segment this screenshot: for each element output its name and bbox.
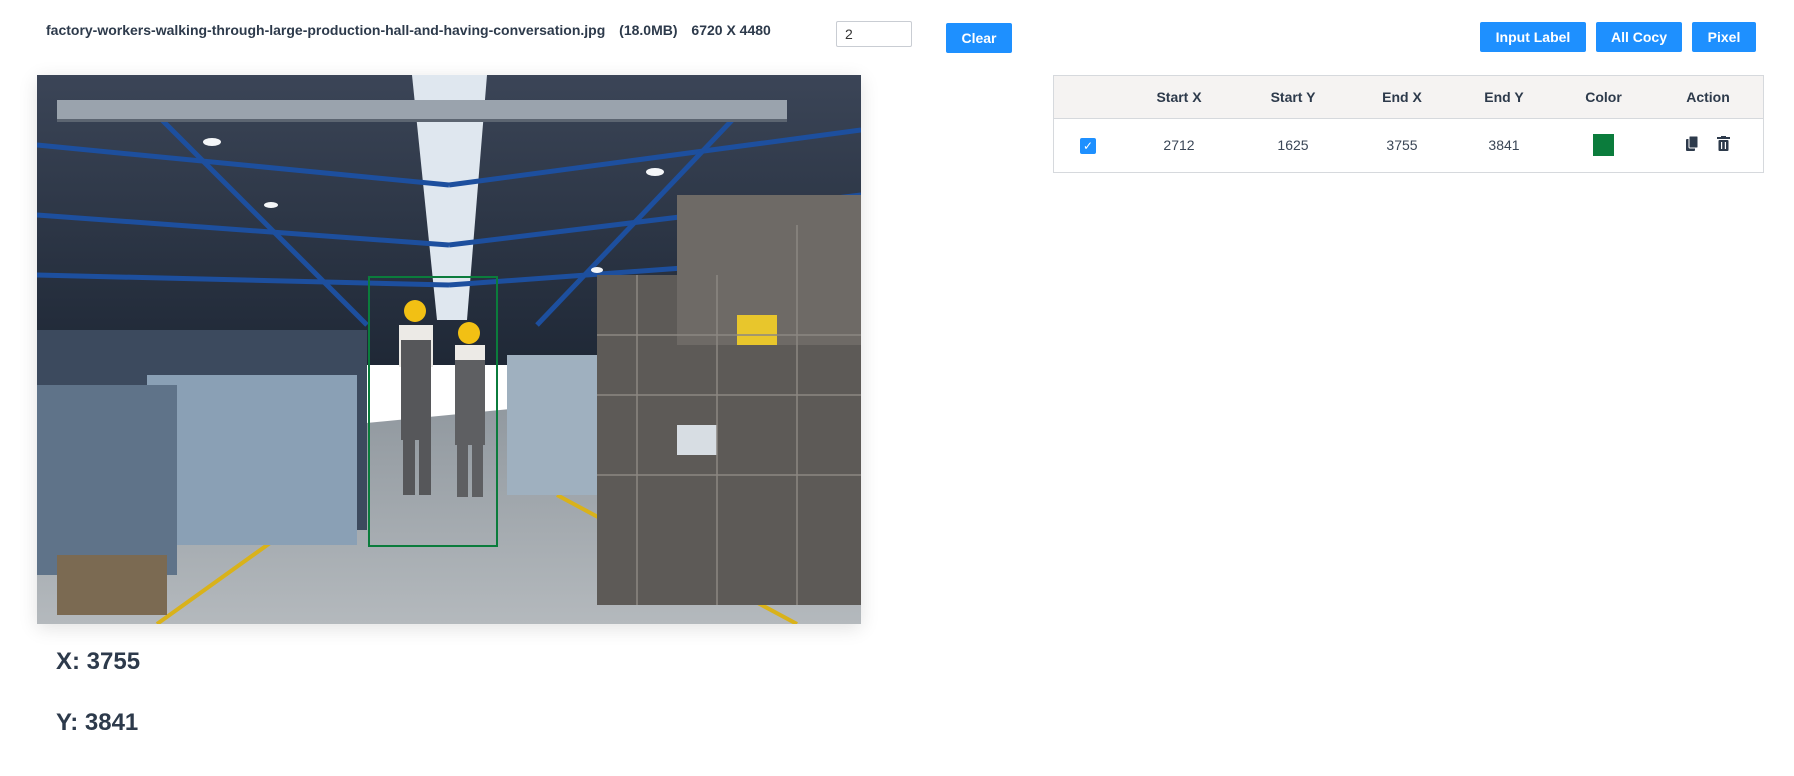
annotation-page: factory-workers-walking-through-large-pr… [0, 0, 1794, 776]
file-name: factory-workers-walking-through-large-pr… [46, 22, 606, 38]
file-dimensions: 6720 X 4480 [691, 22, 771, 38]
image-canvas[interactable] [37, 75, 861, 624]
table-header-row: Start X Start Y End X End Y Color Action [1054, 76, 1763, 118]
all-cocy-button[interactable]: All Cocy [1596, 22, 1682, 52]
input-label-button[interactable]: Input Label [1480, 22, 1586, 52]
file-info: factory-workers-walking-through-large-pr… [46, 22, 781, 38]
cursor-x-readout: X: 3755 [56, 648, 141, 675]
header-color: Color [1585, 88, 1622, 105]
header-action: Action [1686, 88, 1730, 105]
annotation-table: Start X Start Y End X End Y Color Action… [1053, 75, 1764, 173]
header-start-x: Start X [1156, 88, 1202, 105]
pixel-button[interactable]: Pixel [1692, 22, 1756, 52]
header-select [1054, 76, 1122, 118]
cell-end-y: 3841 [1488, 137, 1520, 154]
header-end-y: End Y [1484, 88, 1524, 105]
header-end-x: End X [1382, 88, 1422, 105]
copy-icon[interactable] [1686, 135, 1699, 154]
cursor-y-readout: Y: 3841 [56, 709, 139, 736]
cell-end-x: 3755 [1386, 137, 1418, 154]
clear-button[interactable]: Clear [946, 23, 1012, 53]
cell-start-x: 2712 [1163, 137, 1195, 154]
factory-photo [37, 75, 861, 624]
file-size: (18.0MB) [619, 22, 678, 38]
row-checkbox[interactable]: ✓ [1080, 137, 1096, 154]
number-input[interactable] [836, 21, 912, 47]
header-start-y: Start Y [1270, 88, 1316, 105]
color-swatch [1593, 134, 1614, 157]
table-row: ✓ 2712 1625 3755 3841 [1054, 118, 1763, 172]
cell-start-y: 1625 [1277, 137, 1309, 154]
trash-icon[interactable] [1716, 136, 1730, 154]
